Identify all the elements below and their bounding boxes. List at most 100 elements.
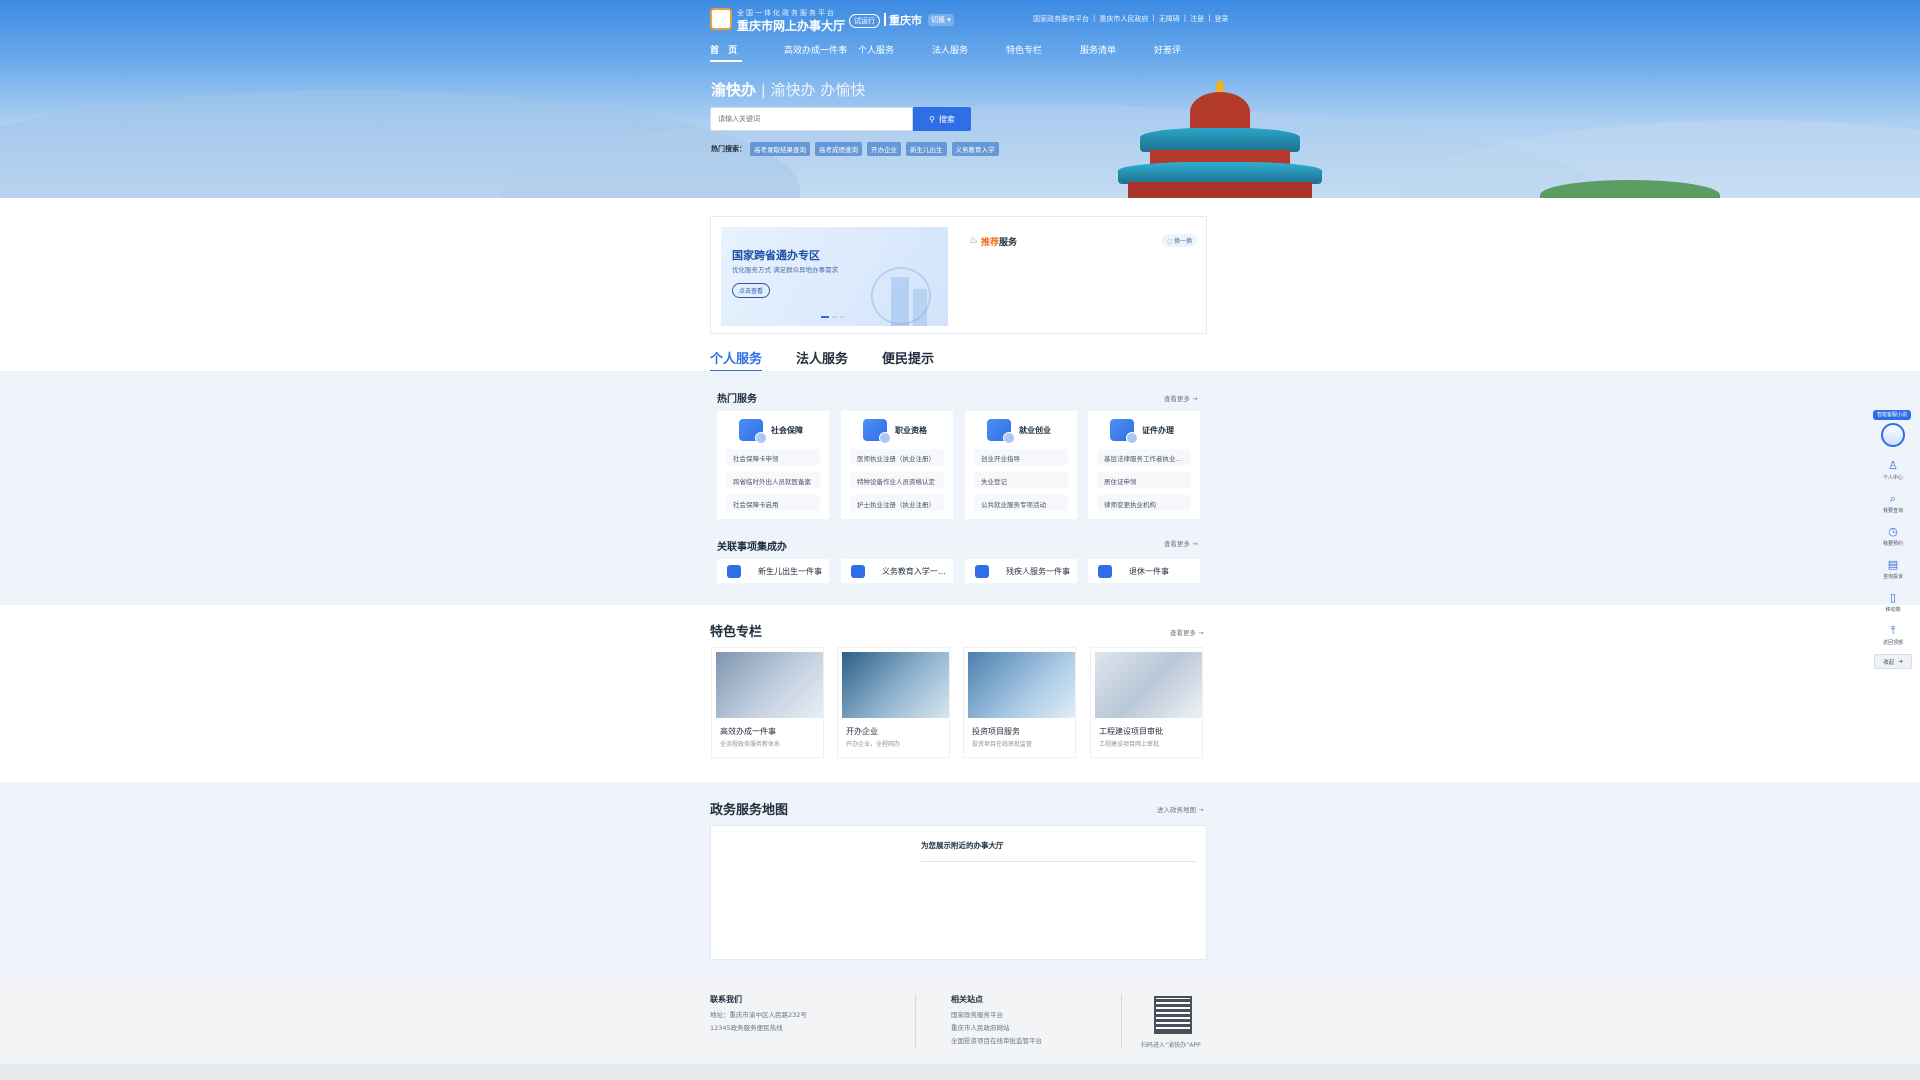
service-item[interactable]: 基层法律服务工作者执业核准 xyxy=(1097,449,1191,465)
top-link-accessibility[interactable]: 无障碍 xyxy=(1159,14,1180,24)
certificate-icon xyxy=(1110,419,1138,444)
hot-search-tag[interactable]: 高考成绩查询 xyxy=(815,142,862,156)
service-card-qualification[interactable]: 职业资格 医师执业注册（执业注册） 特种设备作业人员资格认定 护士执业注册（执业… xyxy=(841,411,953,519)
banner-view-button[interactable]: 点击查看 xyxy=(732,283,771,298)
footer-link[interactable]: 国家政务服务平台 xyxy=(951,1009,1042,1022)
combo-item-newborn[interactable]: 新生儿出生一件事 xyxy=(717,559,829,583)
assistant-mascot-icon[interactable] xyxy=(1881,423,1905,447)
refresh-label: 换一换 xyxy=(1174,238,1193,245)
tab-personal[interactable]: 个人服务 xyxy=(710,348,763,372)
footer-contact-title: 联系我们 xyxy=(710,995,742,1004)
hot-services-more-link[interactable]: 查看更多 → xyxy=(1164,393,1198,403)
sidebar-item-complaint[interactable]: ▤ 咨询投诉 xyxy=(1874,557,1912,587)
service-item[interactable]: 失业登记 xyxy=(974,472,1068,488)
city-switch-button[interactable]: 切换 ▾ xyxy=(928,14,954,26)
sidebar-item-query[interactable]: ⌕ 我要查询 xyxy=(1874,491,1912,521)
combo-item-retirement[interactable]: 退休一件事 xyxy=(1088,559,1200,583)
qr-caption: 扫码进入“渝快办”APP xyxy=(1141,1042,1201,1049)
combo-label: 新生儿出生一件事 xyxy=(758,566,822,576)
briefcase-icon xyxy=(987,419,1015,444)
banner-panel: 国家跨省通办专区 优化服务方式 满足群众异地办事需求 点击查看 ♨ 推荐服务 ◌… xyxy=(710,216,1207,334)
hot-search-tag[interactable]: 新生儿出生 xyxy=(906,142,947,156)
banner-carousel[interactable]: 国家跨省通办专区 优化服务方式 满足群众异地办事需求 点击查看 xyxy=(721,227,948,326)
featured-image xyxy=(968,652,1075,718)
featured-card-desc: 开办企业，全程网办 xyxy=(846,741,901,748)
service-card-social-security[interactable]: 社会保障 社会保障卡申领 跨省临时外出人员就医备案 社会保障卡启用 xyxy=(717,411,829,519)
footer-link[interactable]: 全国投资项目在线审批监管平台 xyxy=(951,1035,1042,1048)
top-link-national-platform[interactable]: 国家政务服务平台 xyxy=(1033,14,1089,24)
great-hall-illustration xyxy=(1128,182,1312,198)
nav-home[interactable]: 首 页 xyxy=(710,43,742,62)
nav-service-list[interactable]: 服务清单 xyxy=(1080,43,1154,62)
tab-legal[interactable]: 法人服务 xyxy=(796,348,848,372)
featured-more-link[interactable]: 查看更多 → xyxy=(1170,627,1204,637)
search-input[interactable] xyxy=(710,107,913,131)
footer-related-links: 国家政务服务平台 重庆市人民政府网站 全国投资项目在线审批监管平台 xyxy=(951,1009,1042,1048)
tab-tips[interactable]: 便民提示 xyxy=(882,348,934,372)
top-link-register[interactable]: 注册 xyxy=(1190,14,1204,24)
carousel-dots[interactable] xyxy=(821,316,845,318)
nav-featured[interactable]: 特色专栏 xyxy=(1006,43,1080,62)
service-item[interactable]: 社会保障卡启用 xyxy=(726,495,820,511)
sidebar-item-appointment[interactable]: ◷ 我要预约 xyxy=(1874,524,1912,554)
hot-search-tag[interactable]: 义务教育入学 xyxy=(951,142,999,156)
service-item[interactable]: 医师执业注册（执业注册） xyxy=(850,449,944,465)
sidebar-item-personal-center[interactable]: ♙ 个人中心 xyxy=(1874,458,1912,488)
recommended-title-suffix: 服务 xyxy=(999,238,1018,248)
featured-card[interactable]: 工程建设项目审批 工程建设项目网上审批 xyxy=(1090,647,1203,758)
banner-decoration xyxy=(913,289,927,326)
top-link-login[interactable]: 登录 xyxy=(1214,14,1228,24)
city-switch-label: 切换 xyxy=(931,16,945,24)
service-card-certificates[interactable]: 证件办理 基层法律服务工作者执业核准 居住证申领 律师变更执业机构 xyxy=(1088,411,1200,519)
sidebar-label: 移动端 xyxy=(1885,607,1901,613)
service-item[interactable]: 跨省临时外出人员就医备案 xyxy=(726,472,820,488)
current-city: 重庆市 xyxy=(889,14,922,27)
hot-search-tag[interactable]: 开办企业 xyxy=(867,142,901,156)
service-item[interactable]: 律师变更执业机构 xyxy=(1097,495,1191,511)
service-item[interactable]: 社会保障卡申领 xyxy=(726,449,820,465)
service-item[interactable]: 特种设备作业人员资格认定 xyxy=(850,472,944,488)
featured-image xyxy=(842,652,949,718)
sidebar-item-back-to-top[interactable]: ⤒ 返回顶部 xyxy=(1874,623,1912,653)
site-title[interactable]: 重庆市网上办事大厅 xyxy=(737,17,845,34)
search-button[interactable]: ⚲ 搜索 xyxy=(913,107,971,131)
sidebar-collapse-button[interactable]: 收起 ➜ xyxy=(1874,654,1912,669)
hot-search-tag[interactable]: 高考录取结果查询 xyxy=(750,142,810,156)
featured-card[interactable]: 高效办成一件事 全流程政务服务新体系 xyxy=(711,647,824,758)
nav-evaluation[interactable]: 好差评 xyxy=(1154,43,1228,62)
mobile-icon: ▯ xyxy=(1889,591,1897,604)
service-map-more-link[interactable]: 进入政务地图 → xyxy=(1157,804,1204,814)
nav-personal[interactable]: 个人服务 xyxy=(858,43,932,62)
wheelchair-icon xyxy=(975,564,989,578)
sidebar-item-mobile[interactable]: ▯ 移动端 xyxy=(1874,590,1912,620)
great-hall-illustration xyxy=(1190,92,1250,132)
slogan: 渝快办 | 渝快办 办愉快 xyxy=(711,79,865,100)
combo-item-school[interactable]: 义务教育入学一件事 xyxy=(841,559,953,583)
service-item[interactable]: 护士执业注册（执业注册） xyxy=(850,495,944,511)
arrow-right-icon: ➜ xyxy=(1898,658,1903,665)
featured-card[interactable]: 投资项目服务 投资项目在线审批监管 xyxy=(963,647,1076,758)
service-card-employment[interactable]: 就业创业 创业开业指导 失业登记 公共就业服务专项活动 xyxy=(965,411,1077,519)
combo-item-disability[interactable]: 残疾人服务一件事 xyxy=(965,559,1077,583)
footer: 联系我们 地址：重庆市渝中区人民路232号 12345政务服务便民热线 相关站点… xyxy=(0,978,1920,1064)
service-map-panel[interactable]: 为您展示附近的办事大厅 xyxy=(710,825,1207,960)
service-item[interactable]: 居住证申领 xyxy=(1097,472,1191,488)
fire-icon: ♨ xyxy=(969,235,978,246)
footer-link[interactable]: 重庆市人民政府网站 xyxy=(951,1022,1042,1035)
great-hall-illustration xyxy=(1140,128,1300,152)
hot-search-tags: 高考录取结果查询 高考成绩查询 开办企业 新生儿出生 义务教育入学 xyxy=(750,142,999,156)
nav-legal[interactable]: 法人服务 xyxy=(932,43,1006,62)
refresh-button[interactable]: ◌ 换一换 xyxy=(1162,234,1198,247)
clock-icon: ◷ xyxy=(1888,525,1898,538)
site-logo-icon[interactable] xyxy=(710,8,732,30)
user-icon: ♙ xyxy=(1888,459,1898,472)
sidebar-label: 返回顶部 xyxy=(1882,640,1903,646)
combo-services-more-link[interactable]: 查看更多 → xyxy=(1164,538,1198,548)
assistant-badge[interactable]: 智能客服小渝 xyxy=(1873,410,1911,420)
nav-one-thing[interactable]: 高效办成一件事 xyxy=(784,43,858,62)
slogan-main: 渝快办 xyxy=(711,81,757,99)
top-link-government[interactable]: 重庆市人民政府 xyxy=(1099,14,1148,24)
service-item[interactable]: 创业开业指导 xyxy=(974,449,1068,465)
service-item[interactable]: 公共就业服务专项活动 xyxy=(974,495,1068,511)
featured-card[interactable]: 开办企业 开办企业，全程网办 xyxy=(837,647,950,758)
